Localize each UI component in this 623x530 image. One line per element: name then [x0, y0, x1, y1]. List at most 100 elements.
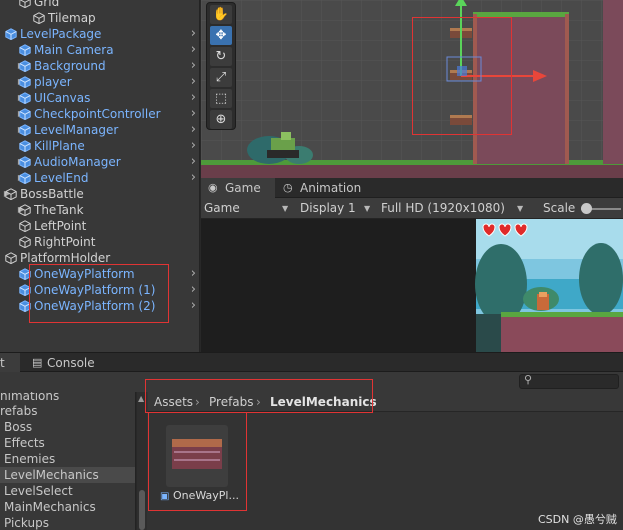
hierarchy-item[interactable]: ▶Background›: [0, 58, 199, 74]
folder-label: refabs: [0, 404, 38, 418]
hierarchy-item-label: LevelManager: [34, 123, 119, 137]
folder-item[interactable]: LevelSelect: [0, 483, 135, 499]
rect-tool-icon[interactable]: ⬚: [210, 89, 232, 108]
console-icon: ▤: [32, 356, 43, 369]
hierarchy-item-label: Main Camera: [34, 43, 114, 57]
search-input[interactable]: ⚲: [519, 373, 619, 389]
folder-item[interactable]: Effects: [0, 435, 135, 451]
game-view-toolbar: Game ▼ Display 1 ▼ Full HD (1920x1080) ▼…: [201, 198, 623, 219]
scale-control[interactable]: Scale: [543, 198, 623, 219]
hierarchy-item-label: Grid: [34, 0, 60, 9]
tab-animation-label: Animation: [300, 181, 362, 195]
tab-game[interactable]: ◉ Game: [201, 178, 275, 198]
hierarchy-item[interactable]: ▶CheckpointController›: [0, 106, 199, 122]
prefab-cube-icon: [19, 156, 31, 169]
prefab-cube-icon: [19, 92, 31, 105]
chevron-right-icon[interactable]: ›: [191, 42, 196, 58]
hierarchy-item-label: CheckpointController: [34, 107, 161, 121]
folder-item[interactable]: refabs: [0, 403, 135, 419]
asset-thumbnail[interactable]: [166, 425, 228, 487]
folder-scrollbar[interactable]: ▲: [137, 392, 147, 530]
chevron-right-icon: ›: [256, 395, 261, 409]
resolution-dropdown[interactable]: Full HD (1920x1080) ▼: [381, 198, 533, 219]
prefab-cube-icon: [19, 300, 31, 313]
tab-console-label: Console: [47, 356, 95, 370]
tab-console[interactable]: ▤ Console: [28, 353, 100, 373]
scrollbar-thumb[interactable]: [139, 490, 145, 530]
hierarchy-item[interactable]: Grid: [0, 0, 199, 10]
folder-item[interactable]: Enemies: [0, 451, 135, 467]
scale-slider-handle[interactable]: [581, 203, 592, 214]
chevron-right-icon[interactable]: ›: [191, 26, 196, 42]
rotate-tool-icon[interactable]: ↻: [210, 47, 232, 66]
hierarchy-item[interactable]: ▶LevelManager›: [0, 122, 199, 138]
hierarchy-item[interactable]: ▶UICanvas›: [0, 90, 199, 106]
hierarchy-item-label: LevelEnd: [34, 171, 89, 185]
folder-item[interactable]: Pickups: [0, 515, 135, 530]
prefab-cube-icon: [19, 60, 31, 73]
chevron-right-icon[interactable]: ›: [191, 58, 196, 74]
hierarchy-item[interactable]: Tilemap: [0, 10, 199, 26]
folder-item[interactable]: Boss: [0, 419, 135, 435]
game-tab-icon: ◉: [208, 181, 218, 194]
chevron-right-icon[interactable]: ›: [191, 122, 196, 138]
hierarchy-item[interactable]: ▶ BossBattle: [0, 186, 199, 202]
hierarchy-item-label: BossBattle: [20, 187, 84, 201]
display-mode-dropdown[interactable]: Game ▼: [204, 198, 292, 219]
game-render: [201, 219, 623, 352]
chevron-right-icon[interactable]: ›: [191, 90, 196, 106]
gameobject-cube-icon: [19, 236, 31, 249]
hierarchy-item[interactable]: OneWayPlatform ›: [0, 266, 199, 282]
scale-tool-icon[interactable]: ⤢: [210, 68, 232, 87]
scroll-up-icon[interactable]: ▲: [138, 394, 144, 403]
prefab-cube-icon: ▣: [160, 491, 170, 502]
move-tool-icon[interactable]: ✥: [210, 26, 232, 45]
chevron-right-icon[interactable]: ›: [191, 138, 196, 154]
hierarchy-item[interactable]: ▶AudioManager›: [0, 154, 199, 170]
chevron-right-icon[interactable]: ›: [191, 298, 196, 314]
prefab-cube-icon: [19, 140, 31, 153]
hierarchy-item[interactable]: OneWayPlatform (2) ›: [0, 298, 199, 314]
scene-view[interactable]: ✋ ✥ ↻ ⤢ ⬚ ⊕: [201, 0, 623, 178]
hierarchy-item[interactable]: ▶ TheTank: [0, 202, 199, 218]
folder-label: MainMechanics: [4, 500, 96, 514]
hierarchy-item[interactable]: RightPoint: [0, 234, 199, 250]
gameobject-cube-icon: [19, 220, 31, 233]
folder-item[interactable]: LevelMechanics: [0, 467, 135, 483]
hierarchy-item[interactable]: PlatformHolder: [0, 250, 199, 266]
hierarchy-item-label: OneWayPlatform: [34, 267, 135, 281]
tab-animation[interactable]: ◷ Animation: [281, 178, 371, 198]
hierarchy-item[interactable]: LevelPackage ›: [0, 26, 199, 42]
display-label: Display 1: [300, 201, 356, 215]
folder-label: Effects: [4, 436, 45, 450]
prefab-cube-icon: [5, 28, 17, 41]
game-view[interactable]: [201, 219, 623, 352]
chevron-right-icon[interactable]: ›: [191, 170, 196, 186]
chevron-right-icon[interactable]: ›: [191, 282, 196, 298]
prefab-cube-icon: [19, 172, 31, 185]
breadcrumb-assets[interactable]: Assets: [154, 392, 193, 412]
search-icon: ⚲: [524, 373, 533, 386]
chevron-right-icon[interactable]: ›: [191, 154, 196, 170]
breadcrumb-prefabs[interactable]: Prefabs: [209, 392, 254, 412]
game-tab-bar: ◉ Game ◷ Animation: [201, 178, 623, 198]
tab-project[interactable]: t: [0, 353, 20, 373]
chevron-right-icon[interactable]: ›: [191, 106, 196, 122]
breadcrumb-levelmechanics[interactable]: LevelMechanics: [270, 392, 377, 412]
display-dropdown[interactable]: Display 1 ▼: [300, 198, 376, 219]
chevron-right-icon[interactable]: ›: [191, 74, 196, 90]
hierarchy-item[interactable]: Main Camera ›: [0, 42, 199, 58]
folder-item[interactable]: MainMechanics: [0, 499, 135, 515]
hierarchy-item[interactable]: LeftPoint: [0, 218, 199, 234]
transform-tool-icon[interactable]: ⊕: [210, 110, 232, 129]
hierarchy-item[interactable]: ▶LevelEnd›: [0, 170, 199, 186]
display-mode-label: Game: [204, 201, 240, 215]
hierarchy-item[interactable]: OneWayPlatform (1) ›: [0, 282, 199, 298]
hierarchy-item[interactable]: KillPlane ›: [0, 138, 199, 154]
asset-label[interactable]: ▣ OneWayPl...: [160, 489, 240, 503]
chevron-right-icon: ›: [195, 395, 200, 409]
chevron-right-icon[interactable]: ›: [191, 266, 196, 282]
hand-tool-icon[interactable]: ✋: [210, 5, 232, 24]
hierarchy-item[interactable]: ▶player›: [0, 74, 199, 90]
bottom-tab-bar: t ▤ Console: [0, 352, 623, 373]
